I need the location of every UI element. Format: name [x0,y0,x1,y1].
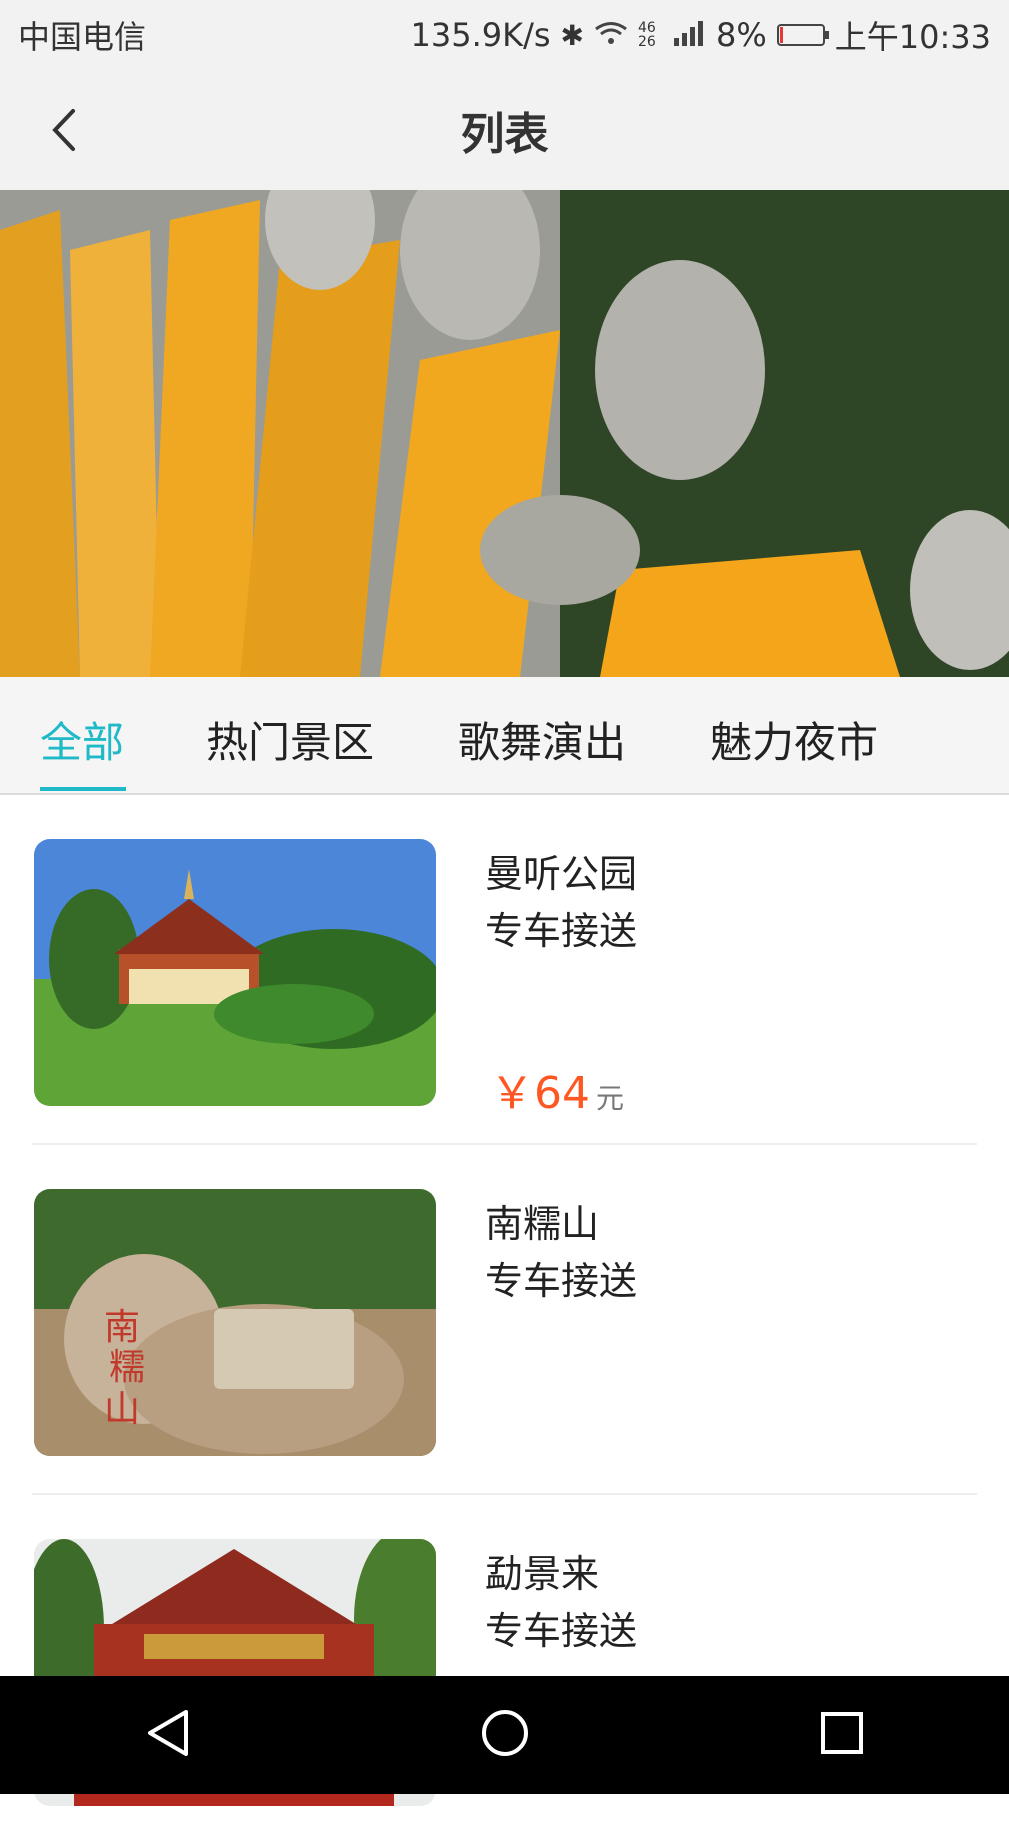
price-unit: 元 [596,1082,625,1115]
attraction-photo: 南 糯 山 [34,1189,436,1456]
attraction-name: 南糯山 [485,1202,600,1246]
svg-text:糯: 糯 [109,1347,145,1388]
back-triangle-icon [148,1710,189,1756]
attraction-service: 专车接送 [485,1259,638,1303]
back-button[interactable] [36,102,92,158]
network-speed: 135.9K/s [410,16,551,54]
battery-fill [779,27,783,43]
app-header: 列表 [0,70,1009,190]
carrier-label: 中国电信 [18,18,147,56]
tab-hot-scenic[interactable]: 热门景区 [206,709,374,770]
attraction-photo [34,839,436,1106]
network-type: 46 26 [638,20,656,50]
attraction-service: 专车接送 [485,909,638,953]
page-title: 列表 [460,109,549,160]
tab-indicator [40,787,126,791]
chevron-left-icon [52,109,75,151]
wifi-icon [594,16,628,54]
list-item[interactable]: 南 糯 山 南糯山 专车接送 [0,1145,1009,1495]
status-bar: 中国电信 135.9K/s ✱ 46 26 8% 上午10:33 [0,0,1009,70]
tab-all[interactable]: 全部 [40,709,124,770]
bluetooth-icon: ✱ [560,18,584,52]
battery-percent: 8% [716,16,767,54]
clock: 上午10:33 [834,18,991,56]
banner-image [0,190,1009,677]
home-circle-icon [482,1710,529,1756]
svg-text:南: 南 [104,1307,140,1348]
tab-night-market[interactable]: 魅力夜市 [710,709,878,770]
battery-icon [776,24,829,46]
currency-symbol: ￥ [490,1068,534,1119]
nav-back-button[interactable] [144,1708,192,1762]
tab-shows[interactable]: 歌舞演出 [458,709,626,770]
attraction-name: 勐景来 [485,1552,600,1596]
status-icons: 135.9K/s ✱ 46 26 8% 上午10:33 [410,12,991,58]
nav-recents-button[interactable] [819,1710,865,1760]
system-nav-bar [0,1676,1009,1794]
attraction-name: 曼听公园 [485,852,638,896]
category-tabs: 全部 热门景区 歌舞演出 魅力夜市 [0,677,1009,795]
price-value: 64 [534,1068,590,1119]
svg-text:山: 山 [104,1389,140,1430]
list-item[interactable]: 曼听公园 专车接送 ￥64 元 [0,795,1009,1145]
attraction-service: 专车接送 [485,1609,638,1653]
price-display: ￥64 元 [490,1057,624,1121]
signal-icon [672,16,706,54]
recents-square-icon [820,1712,863,1754]
banner-carousel[interactable] [0,190,1009,677]
nav-home-button[interactable] [480,1708,530,1762]
